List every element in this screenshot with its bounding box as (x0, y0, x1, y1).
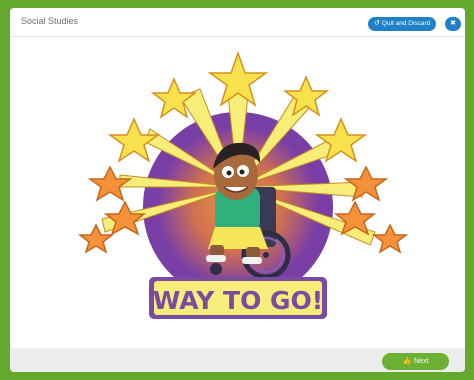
next-label: Next (414, 358, 429, 365)
quit-and-discard-button[interactable]: ↺ Quit and Discard (368, 17, 437, 31)
banner-text: WAY TO GO! (153, 286, 323, 315)
character-boy (206, 142, 268, 264)
way-to-go-banner: WAY TO GO! (149, 277, 327, 319)
way-to-go-illustration: WAY TO GO! (77, 50, 409, 319)
thumbs-up-icon: 👍 (402, 358, 412, 365)
expand-icon: ✖ (450, 20, 456, 27)
activity-card: Social Studies ↺ Quit and Discard ✖ WAY … (10, 8, 465, 372)
expand-button[interactable]: ✖ (445, 17, 461, 31)
reward-content: WAY TO GO! (10, 37, 465, 348)
star-bottom-right (371, 223, 409, 254)
footer-bar: 👍 Next (10, 348, 465, 372)
star-far-left (87, 165, 133, 202)
star-left (107, 117, 161, 163)
page-title: Social Studies (21, 16, 79, 26)
next-button[interactable]: 👍 Next (382, 353, 449, 370)
undo-icon: ↺ (374, 20, 380, 27)
quit-and-discard-label: Quit and Discard (381, 20, 431, 27)
header-bar: Social Studies ↺ Quit and Discard ✖ (10, 8, 465, 37)
